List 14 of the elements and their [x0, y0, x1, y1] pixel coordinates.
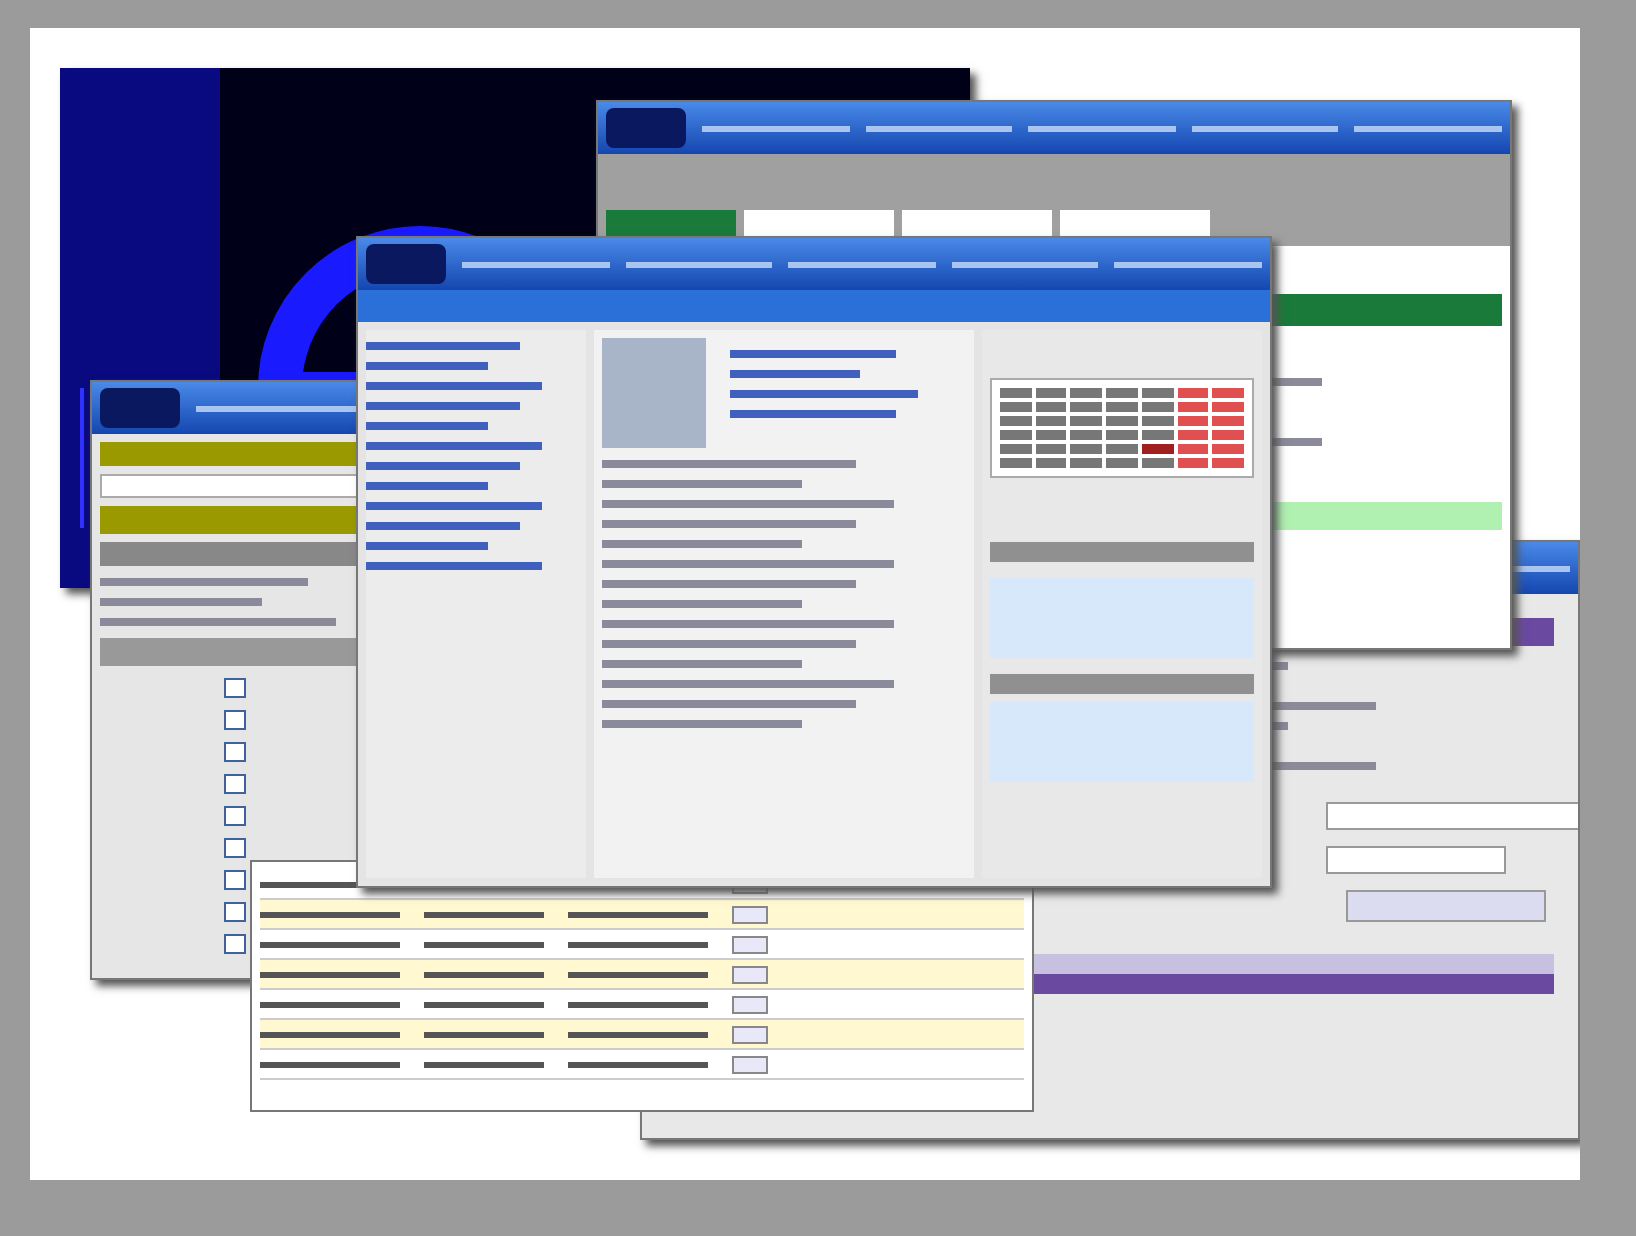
checkbox[interactable] [224, 806, 246, 826]
logo-icon [606, 108, 686, 148]
checkbox[interactable] [224, 742, 246, 762]
checkbox[interactable] [224, 902, 246, 922]
checkbox[interactable] [224, 838, 246, 858]
checkbox[interactable] [224, 870, 246, 890]
checkbox[interactable] [224, 774, 246, 794]
checkbox[interactable] [224, 934, 246, 954]
stripe-bar [80, 388, 84, 528]
photo-placeholder [602, 338, 706, 448]
logo-icon [366, 244, 446, 284]
checkbox[interactable] [224, 678, 246, 698]
logo-icon [100, 388, 180, 428]
checkbox[interactable] [224, 710, 246, 730]
